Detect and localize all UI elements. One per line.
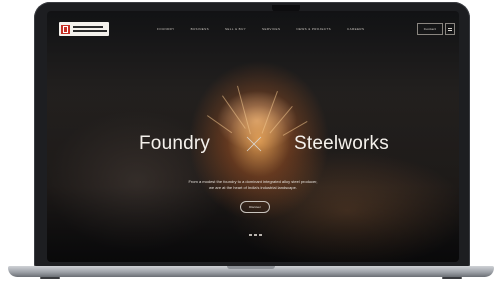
scroll-dots-icon[interactable] — [246, 233, 264, 237]
x-cross-icon — [246, 136, 262, 152]
laptop-foot — [442, 277, 462, 279]
menu-icon — [448, 29, 452, 31]
nav-link-sell-buy[interactable]: Sell & Buy — [225, 27, 246, 31]
logo-wordmark — [73, 26, 107, 32]
menu-button[interactable] — [445, 23, 455, 35]
menu-icon — [448, 27, 452, 29]
hero-subtitle-line-2: we are at the heart of India's industria… — [209, 185, 297, 190]
top-navigation: Foundry Business Sell & Buy Services New… — [47, 11, 459, 47]
laptop-foot — [40, 277, 60, 279]
logo-mark-icon — [61, 24, 70, 34]
hero-title-left: Foundry — [139, 133, 211, 154]
hero-title-right: Steelworks — [294, 133, 389, 154]
industrial-logo[interactable] — [59, 22, 109, 36]
nav-link-services[interactable]: Services — [262, 27, 280, 31]
laptop-base — [8, 266, 494, 277]
hero-subtitle: From a modest the foundry to a dominant … — [143, 179, 363, 191]
nav-link-business[interactable]: Business — [191, 27, 209, 31]
contact-button[interactable]: Contact — [417, 23, 443, 35]
lid-opening-notch — [227, 266, 275, 269]
nav-link-careers[interactable]: Careers — [347, 27, 364, 31]
website-screen: Foundry Business Sell & Buy Services New… — [47, 11, 459, 262]
nav-links: Foundry Business Sell & Buy Services New… — [157, 27, 380, 31]
nav-link-news-projects[interactable]: News & Projects — [296, 27, 331, 31]
nav-link-foundry[interactable]: Foundry — [157, 27, 175, 31]
discover-button[interactable]: Discover — [240, 201, 270, 213]
hero-title: Foundry Steelworks — [47, 133, 459, 155]
